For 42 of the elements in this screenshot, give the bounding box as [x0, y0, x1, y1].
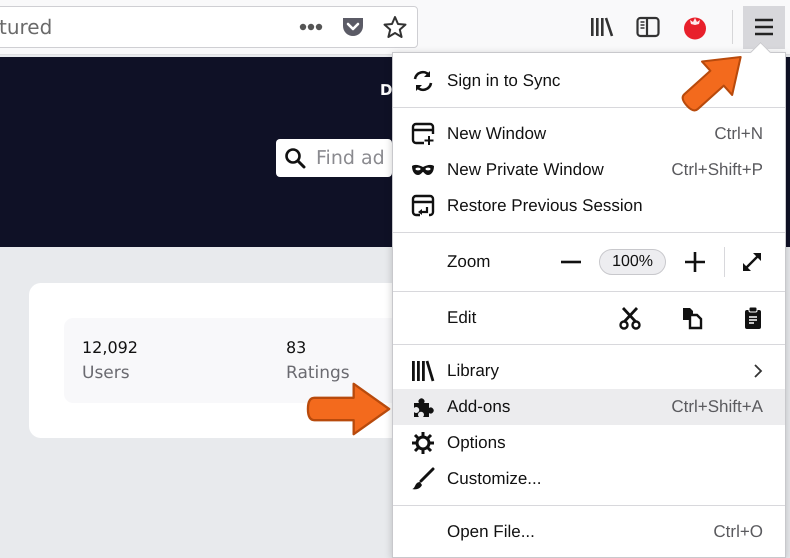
menu-item[interactable]: New Private Window Ctrl+Shift+P — [393, 152, 785, 188]
zoom-reset-button[interactable]: 100% — [599, 249, 666, 275]
menu-button[interactable] — [743, 6, 785, 48]
menu-item[interactable]: Options — [393, 425, 785, 461]
minus-icon[interactable] — [561, 260, 582, 264]
chevron-right-icon — [753, 363, 763, 379]
shortcut-text: Ctrl+Shift+A — [671, 397, 763, 417]
library-icon[interactable] — [590, 16, 614, 38]
library-icon — [411, 359, 435, 383]
star-icon[interactable] — [383, 15, 407, 39]
stat-label: Ratings — [286, 363, 350, 383]
stat-value: 83 — [286, 338, 306, 357]
menu-item[interactable]: Library — [393, 353, 785, 389]
menu-item[interactable]: Customize... — [393, 461, 785, 497]
menu-item[interactable]: Open File... Ctrl+O — [393, 514, 785, 550]
gear-icon — [411, 431, 435, 455]
more-icon[interactable] — [299, 23, 323, 31]
plus-icon[interactable] — [684, 251, 706, 273]
menu-item[interactable]: New Window Ctrl+N — [393, 116, 785, 152]
sidebar-icon[interactable] — [636, 16, 660, 38]
scissors-icon[interactable] — [619, 306, 641, 330]
menu-item[interactable]: Restore Previous Session — [393, 188, 785, 224]
menu-item[interactable]: Add-ons Ctrl+Shift+A — [393, 389, 785, 425]
new-window-icon — [411, 122, 435, 146]
fullscreen-icon[interactable] — [741, 251, 763, 273]
menu-item[interactable]: Sign in to Sync — [393, 63, 785, 99]
sync-icon — [411, 69, 435, 93]
edit-label: Edit — [447, 308, 478, 328]
search-icon — [284, 147, 306, 169]
menu-icon — [753, 17, 775, 37]
pocket-icon[interactable] — [341, 16, 365, 38]
copy-icon[interactable] — [681, 306, 703, 330]
header-link[interactable]: D — [380, 81, 392, 99]
clipboard-icon[interactable] — [743, 306, 763, 330]
stat-value: 12,092 — [82, 338, 138, 357]
zoom-label: Zoom — [447, 252, 492, 272]
brush-icon — [411, 467, 435, 491]
shortcut-text: Ctrl+N — [714, 124, 763, 144]
shortcut-text: Ctrl+Shift+P — [671, 160, 763, 180]
restore-icon — [411, 194, 435, 218]
stat-label: Users — [82, 363, 130, 383]
shortcut-text: Ctrl+O — [713, 522, 763, 542]
